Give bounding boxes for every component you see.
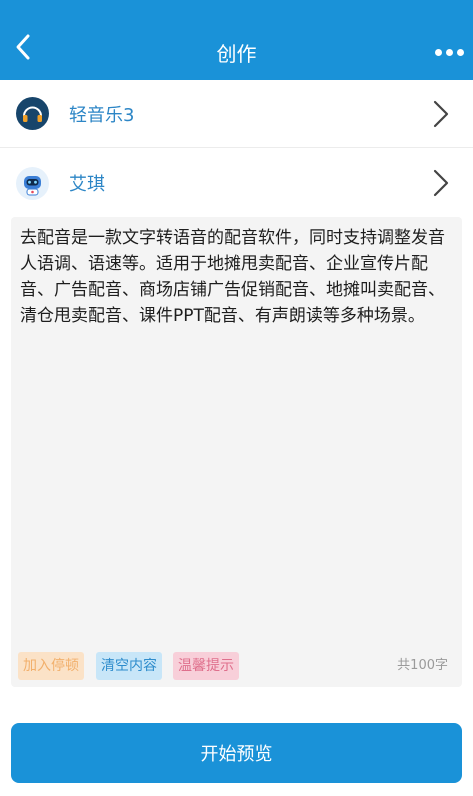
chevron-right-icon (433, 100, 449, 127)
character-count: 共100字 (397, 658, 448, 673)
more-dot-icon (434, 48, 442, 56)
more-dot-icon (456, 48, 464, 56)
headphones-icon (16, 97, 49, 130)
text-editor[interactable]: 去配音是一款文字转语音的配音软件，同时支持调整发音人语调、语速等。适用于地摊甩卖… (11, 217, 462, 687)
clear-content-button[interactable]: 清空内容 (96, 652, 162, 680)
music-name: 轻音乐3 (69, 104, 135, 126)
editor-content[interactable]: 去配音是一款文字转语音的配音软件，同时支持调整发音人语调、语速等。适用于地摊甩卖… (20, 225, 453, 329)
background-music-row[interactable]: 轻音乐3 (0, 80, 473, 148)
voice-actor-row[interactable]: 艾琪 (0, 149, 473, 217)
more-button[interactable] (429, 40, 469, 64)
robot-avatar-icon (16, 166, 49, 200)
top-bar: 创作 (0, 0, 473, 80)
start-preview-button[interactable]: 开始预览 (11, 723, 462, 783)
more-dot-icon (445, 48, 453, 56)
page-title: 创作 (216, 42, 257, 66)
tips-button[interactable]: 温馨提示 (173, 652, 239, 680)
chevron-right-icon (433, 169, 449, 197)
insert-pause-button[interactable]: 加入停顿 (18, 652, 84, 680)
voice-name: 艾琪 (69, 174, 105, 195)
